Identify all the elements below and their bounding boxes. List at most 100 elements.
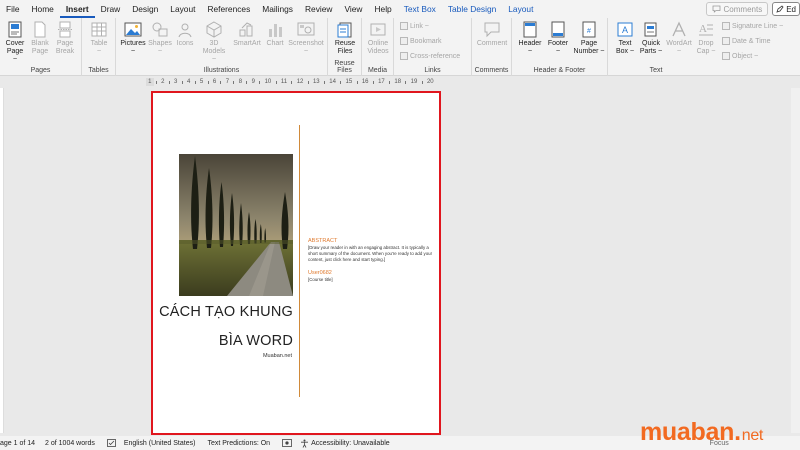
group-links: Link ~ Bookmark Cross-reference Links bbox=[394, 18, 472, 76]
tab-mailings[interactable]: Mailings bbox=[256, 0, 299, 18]
signature-line-label: Signature Line ~ bbox=[732, 22, 784, 30]
video-icon bbox=[370, 23, 386, 36]
cover-page-label-2: Page ~ bbox=[6, 48, 24, 63]
reuse-files-button[interactable]: Reuse Files bbox=[333, 21, 357, 56]
cover-subtitle[interactable]: Muaban.net bbox=[213, 353, 292, 359]
group-comments: Comment Comments bbox=[472, 18, 512, 76]
icons-button[interactable]: Icons bbox=[174, 21, 196, 48]
svg-text:#: # bbox=[587, 28, 591, 35]
3d-models-button[interactable]: 3D Models ~ bbox=[200, 21, 228, 64]
word-count[interactable]: 2 of 1004 words bbox=[45, 440, 95, 447]
shapes-button[interactable]: Shapes ~ bbox=[148, 21, 172, 56]
tab-draw[interactable]: Draw bbox=[95, 0, 127, 18]
tab-home[interactable]: Home bbox=[26, 0, 60, 18]
link-button[interactable]: Link ~ bbox=[400, 22, 429, 30]
accessibility-status[interactable]: Accessibility: Unavailable bbox=[300, 439, 390, 448]
icons-icon bbox=[178, 23, 192, 38]
language[interactable]: English (United States) bbox=[124, 440, 196, 447]
reuse-files-label-1: Reuse bbox=[334, 40, 356, 47]
chart-button[interactable]: Chart bbox=[264, 21, 286, 48]
smartart-label-1: SmartArt bbox=[233, 40, 261, 47]
ribbon: Cover Page ~ Blank Page Page Break Pages… bbox=[0, 18, 800, 76]
author-name[interactable]: User0682 bbox=[308, 270, 332, 276]
course-title[interactable]: [Course title] bbox=[308, 277, 333, 282]
blank-page-button[interactable]: Blank Page bbox=[29, 21, 51, 56]
bookmark-label: Bookmark bbox=[410, 37, 442, 45]
horizontal-ruler[interactable]: 1 2 3 4 5 6 7 8 9 10 11 12 13 14 15 16 1… bbox=[146, 76, 436, 88]
comments-label: Comments bbox=[723, 4, 763, 14]
group-label-text: Text bbox=[649, 67, 663, 74]
date-time-button[interactable]: Date & Time bbox=[722, 37, 771, 45]
tab-text-box[interactable]: Text Box bbox=[398, 0, 442, 18]
quick-parts-label-2: Parts ~ bbox=[639, 48, 663, 55]
cover-page-highlighted[interactable]: CÁCH TẠO KHUNG BÌA WORD Muaban.net ABSTR… bbox=[151, 91, 441, 435]
text-box-button[interactable]: A Text Box ~ bbox=[612, 21, 638, 56]
ruler-number: 13 bbox=[312, 79, 320, 85]
ruler-tick bbox=[246, 80, 248, 84]
accessibility-icon bbox=[301, 439, 309, 448]
group-tables: Table ~ Tables bbox=[82, 18, 116, 76]
group-reuse-files: Reuse Files Reuse Files bbox=[328, 18, 362, 76]
page-number-button[interactable]: # Page Number ~ bbox=[572, 21, 606, 56]
new-comment-button[interactable]: Comment bbox=[476, 21, 508, 48]
tab-design[interactable]: Design bbox=[126, 0, 164, 18]
pencil-icon bbox=[776, 5, 784, 13]
ruler-tick bbox=[323, 80, 325, 84]
screenshot-button[interactable]: Screenshot ~ bbox=[288, 21, 324, 56]
page-count[interactable]: age 1 of 14 bbox=[0, 440, 35, 447]
footer-button[interactable]: Footer ~ bbox=[544, 21, 572, 56]
abstract-text[interactable]: [Draw your reader in with an engaging ab… bbox=[308, 245, 436, 263]
proofing-status[interactable] bbox=[106, 439, 116, 447]
tab-table-layout[interactable]: Layout bbox=[502, 0, 539, 18]
header-button[interactable]: Header ~ bbox=[516, 21, 544, 56]
cover-title[interactable]: CÁCH TẠO KHUNG BÌA WORD bbox=[159, 298, 293, 356]
signature-line-button[interactable]: Signature Line ~ bbox=[722, 22, 783, 30]
footer-label-1: Footer bbox=[547, 40, 569, 47]
smartart-button[interactable]: SmartArt bbox=[232, 21, 262, 48]
ruler-tick bbox=[307, 80, 309, 84]
macro-status[interactable] bbox=[282, 439, 292, 447]
wordart-button[interactable]: WordArt ~ bbox=[664, 21, 694, 56]
cover-photo[interactable] bbox=[179, 154, 293, 296]
vertical-scrollbar[interactable] bbox=[791, 88, 800, 433]
ruler-tick bbox=[291, 80, 293, 84]
cover-page-icon bbox=[8, 21, 22, 38]
tab-layout[interactable]: Layout bbox=[164, 0, 201, 18]
tab-insert[interactable]: Insert bbox=[59, 0, 95, 18]
pictures-label-2: ~ bbox=[130, 48, 136, 55]
group-label-tables: Tables bbox=[88, 67, 109, 74]
ruler-number: 10 bbox=[264, 79, 272, 85]
bookmark-button[interactable]: Bookmark bbox=[400, 37, 442, 45]
group-label-header-footer: Header & Footer bbox=[533, 67, 586, 74]
brand-name: muaban bbox=[640, 418, 735, 446]
online-videos-label-2: Videos bbox=[367, 48, 389, 55]
calendar-icon bbox=[722, 37, 730, 45]
pictures-button[interactable]: Pictures ~ bbox=[120, 21, 146, 56]
object-button[interactable]: Object ~ bbox=[722, 52, 758, 60]
ruler-number: 16 bbox=[361, 79, 369, 85]
cover-page-button[interactable]: Cover Page ~ bbox=[4, 21, 26, 64]
ruler-tick bbox=[194, 80, 196, 84]
ruler-number: 1 bbox=[148, 79, 152, 85]
tab-review[interactable]: Review bbox=[299, 0, 338, 18]
group-label-media: Media bbox=[367, 67, 388, 74]
table-button[interactable]: Table ~ bbox=[88, 21, 110, 56]
tab-references[interactable]: References bbox=[201, 0, 256, 18]
ruler-tick bbox=[389, 80, 391, 84]
text-predictions[interactable]: Text Predictions: On bbox=[207, 440, 270, 447]
drop-cap-button[interactable]: A Drop Cap ~ bbox=[694, 21, 718, 56]
ruler-number: 3 bbox=[174, 79, 178, 85]
editing-button[interactable]: Ed bbox=[772, 2, 800, 16]
tab-table-design[interactable]: Table Design bbox=[442, 0, 502, 18]
cypress-road-image bbox=[179, 154, 293, 296]
tab-file[interactable]: File bbox=[0, 0, 26, 18]
quick-parts-button[interactable]: Quick Parts ~ bbox=[638, 21, 664, 56]
tab-help[interactable]: Help bbox=[368, 0, 397, 18]
menu-bar: File Home Insert Draw Design Layout Refe… bbox=[0, 0, 800, 18]
comments-button[interactable]: Comments bbox=[705, 2, 769, 16]
online-videos-button[interactable]: Online Videos bbox=[366, 21, 390, 56]
new-comment-label-1: Comment bbox=[476, 40, 508, 47]
cross-reference-button[interactable]: Cross-reference bbox=[400, 52, 460, 60]
tab-view[interactable]: View bbox=[338, 0, 368, 18]
page-break-button[interactable]: Page Break bbox=[54, 21, 76, 56]
